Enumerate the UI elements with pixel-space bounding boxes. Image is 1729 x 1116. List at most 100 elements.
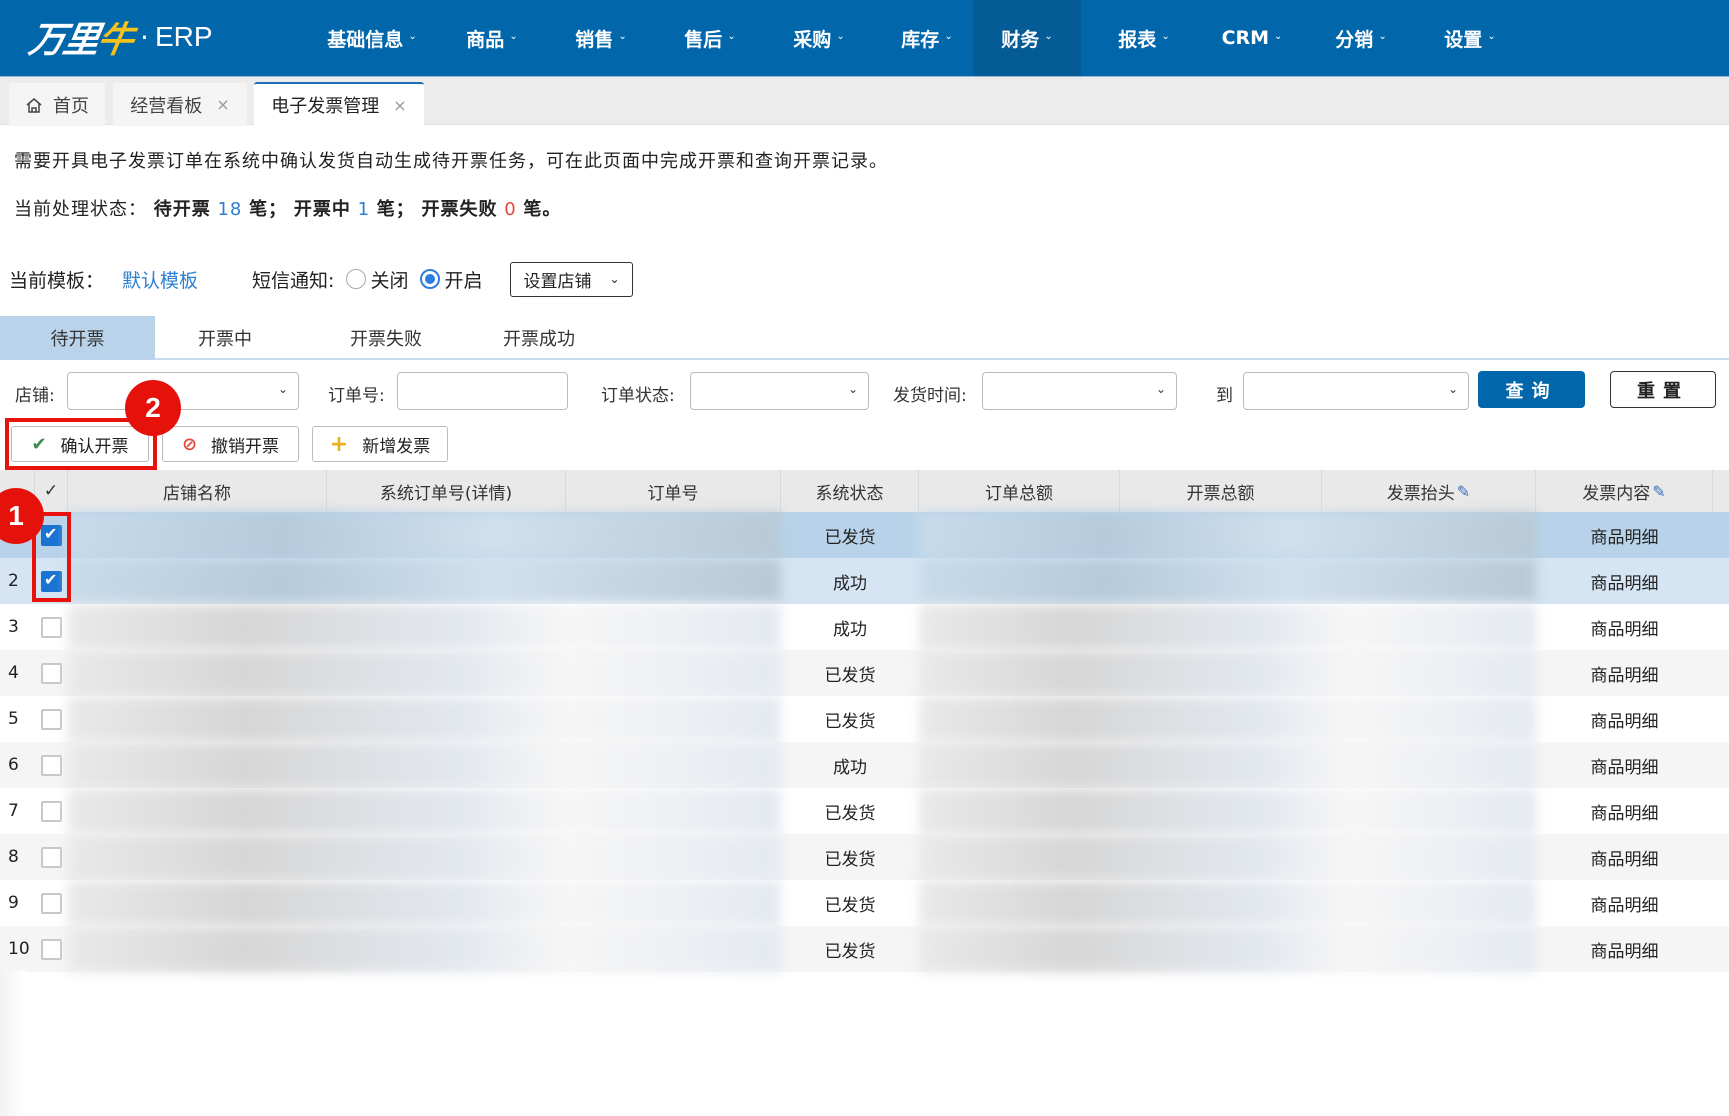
main-menu: 基础信息 ⌄ 商品 ⌄ 销售 ⌄ 售后 ⌄ 采购 ⌄ 库存 ⌄ 财务 ⌄ 报表 ⌄ CRM ⌄ 分… <box>0 0 1729 76</box>
redacted-order-info <box>68 696 781 742</box>
tab-failed[interactable]: 开票失败 <box>336 316 436 360</box>
row-checkbox[interactable] <box>41 708 62 730</box>
nav-item-purchase[interactable]: 采购 ⌄ <box>779 0 859 76</box>
col-store-name[interactable]: 店铺名称 <box>68 470 327 512</box>
row-checkbox-cell[interactable] <box>35 650 68 696</box>
chevron-down-icon: ⌄ <box>408 30 417 42</box>
row-index: 2 <box>8 571 19 591</box>
nav-item-settings[interactable]: 设置 ⌄ <box>1430 0 1510 76</box>
row-checkbox-cell[interactable] <box>35 604 68 650</box>
redacted-amount-info <box>919 650 1536 696</box>
sms-on-label[interactable]: 开启 <box>444 266 482 293</box>
order-number-input[interactable] <box>397 372 568 410</box>
table-row[interactable]: 6 成功 商品明细 <box>0 742 1729 788</box>
row-checkbox-cell[interactable] <box>35 880 68 926</box>
row-checkbox-cell[interactable] <box>35 926 68 972</box>
table-row[interactable]: 3 成功 商品明细 <box>0 604 1729 650</box>
table-row[interactable]: 4 已发货 商品明细 <box>0 650 1729 696</box>
sms-on-radio[interactable] <box>420 269 441 289</box>
cancel-invoice-button[interactable]: ⊘ 撤销开票 <box>162 426 299 462</box>
row-checkbox[interactable] <box>41 662 62 684</box>
row-checkbox-cell[interactable] <box>35 742 68 788</box>
invoice-content-cell[interactable]: 商品明细 <box>1536 650 1713 696</box>
col-invoice-title[interactable]: 发票抬头 ✎ <box>1322 470 1536 512</box>
nav-item-distribution[interactable]: 分销 ⌄ <box>1321 0 1401 76</box>
row-checkbox[interactable] <box>41 938 62 960</box>
col-system-status[interactable]: 系统状态 <box>781 470 919 512</box>
ship-time-from-select[interactable]: ⌄ <box>982 372 1177 410</box>
invoice-content-cell[interactable]: 商品明细 <box>1536 788 1713 834</box>
nav-item-after-sales[interactable]: 售后 ⌄ <box>670 0 750 76</box>
order-status-select[interactable]: ⌄ <box>690 372 869 410</box>
table-row[interactable]: 2 成功 商品明细 <box>0 558 1729 604</box>
table-row[interactable]: 10 已发货 商品明细 <box>0 926 1729 972</box>
tab-pending[interactable]: 待开票 <box>0 316 155 360</box>
store-settings-dropdown[interactable]: 设置店铺 ⌄ <box>510 261 633 297</box>
invoice-content-cell[interactable]: 商品明细 <box>1536 880 1713 926</box>
ban-icon: ⊘ <box>181 433 198 455</box>
nav-item-sales[interactable]: 销售 ⌄ <box>561 0 641 76</box>
nav-item-basic-info[interactable]: 基础信息 ⌄ <box>312 0 432 76</box>
table-row[interactable]: 1 已发货 商品明细 <box>0 512 1729 558</box>
default-template-link[interactable]: 默认模板 <box>122 266 198 293</box>
col-system-order-no[interactable]: 系统订单号(详情) <box>327 470 566 512</box>
row-index: 8 <box>8 847 19 867</box>
col-order-total[interactable]: 订单总额 <box>919 470 1120 512</box>
page-description: 需要开具电子发票订单在系统中确认发货自动生成待开票任务，可在此页面中完成开票和查… <box>14 151 888 172</box>
nav-item-inventory[interactable]: 库存 ⌄ <box>887 0 967 76</box>
system-status-cell: 成功 <box>833 573 867 594</box>
redacted-order-info <box>68 834 781 880</box>
sms-off-label[interactable]: 关闭 <box>370 266 408 293</box>
invoice-content-cell[interactable]: 商品明细 <box>1536 742 1713 788</box>
nav-item-finance[interactable]: 财务 ⌄ <box>973 0 1081 76</box>
chevron-down-icon: ⌄ <box>944 30 953 42</box>
chevron-down-icon: ⌄ <box>509 30 518 42</box>
chevron-down-icon: ⌄ <box>836 30 845 42</box>
redacted-amount-info <box>919 926 1536 972</box>
chevron-down-icon: ⌄ <box>277 382 288 396</box>
table-row[interactable]: 7 已发货 商品明细 <box>0 788 1729 834</box>
sms-off-radio[interactable] <box>346 269 367 289</box>
row-checkbox[interactable] <box>41 846 62 868</box>
table-row[interactable]: 5 已发货 商品明细 <box>0 696 1729 742</box>
edit-pencil-icon[interactable]: ✎ <box>1652 482 1665 501</box>
add-invoice-button[interactable]: + 新增发票 <box>312 426 448 462</box>
invoice-content-cell[interactable]: 商品明细 <box>1536 604 1713 650</box>
tab-processing[interactable]: 开票中 <box>175 316 275 360</box>
row-checkbox-cell[interactable] <box>35 788 68 834</box>
reset-button[interactable]: 重置 <box>1610 371 1716 408</box>
table-row[interactable]: 8 已发货 商品明细 <box>0 834 1729 880</box>
invoice-content-cell[interactable]: 商品明细 <box>1536 834 1713 880</box>
invoice-content-cell[interactable]: 商品明细 <box>1536 696 1713 742</box>
col-invoice-content[interactable]: 发票内容 ✎ <box>1536 470 1713 512</box>
row-checkbox-cell[interactable] <box>35 696 68 742</box>
row-checkbox[interactable] <box>41 754 62 776</box>
query-button[interactable]: 查询 <box>1478 371 1585 408</box>
row-index: 3 <box>8 617 19 637</box>
tab-e-invoice-management[interactable]: 电子发票管理 × <box>254 82 424 126</box>
tab-home[interactable]: 首页 <box>9 83 105 126</box>
invoice-content-cell[interactable]: 商品明细 <box>1536 926 1713 972</box>
nav-item-reports[interactable]: 报表 ⌄ <box>1104 0 1184 76</box>
ship-time-to-select[interactable]: ⌄ <box>1243 372 1469 410</box>
close-icon[interactable]: × <box>393 96 406 115</box>
store-select[interactable]: ⌄ <box>67 372 299 410</box>
row-checkbox-cell[interactable] <box>35 834 68 880</box>
tab-success[interactable]: 开票成功 <box>489 316 589 360</box>
chevron-down-icon: ⌄ <box>727 30 736 42</box>
invoice-content-cell[interactable]: 商品明细 <box>1536 512 1713 558</box>
row-checkbox[interactable] <box>41 800 62 822</box>
close-icon[interactable]: × <box>216 95 229 114</box>
table-row[interactable]: 9 已发货 商品明细 <box>0 880 1729 926</box>
row-checkbox[interactable] <box>41 616 62 638</box>
redacted-amount-info <box>919 742 1536 788</box>
col-invoice-total[interactable]: 开票总额 <box>1120 470 1322 512</box>
col-order-no[interactable]: 订单号 <box>566 470 781 512</box>
invoice-content-cell[interactable]: 商品明细 <box>1536 558 1713 604</box>
nav-item-products[interactable]: 商品 ⌄ <box>452 0 532 76</box>
system-status-cell: 已发货 <box>824 711 876 732</box>
edit-pencil-icon[interactable]: ✎ <box>1457 482 1470 501</box>
row-checkbox[interactable] <box>41 892 62 914</box>
nav-item-crm[interactable]: CRM ⌄ <box>1212 0 1292 76</box>
tab-dashboard[interactable]: 经营看板 × <box>113 83 247 126</box>
